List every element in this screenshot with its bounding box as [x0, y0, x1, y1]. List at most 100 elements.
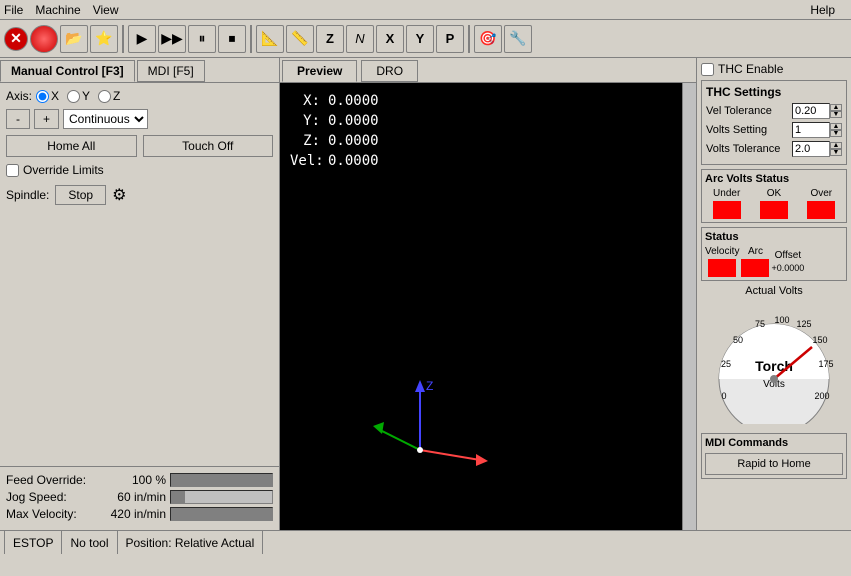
tab-preview[interactable]: Preview — [282, 60, 357, 82]
vel-tolerance-label: Vel Tolerance — [706, 105, 792, 117]
metrics-panel: Feed Override: 100 % Jog Speed: 60 in/mi… — [0, 466, 279, 530]
status-offset-group: Offset +0.0000 — [771, 250, 804, 273]
svg-text:200: 200 — [814, 391, 829, 401]
override-limits-checkbox[interactable] — [6, 164, 19, 177]
rapid-to-home-button[interactable]: Rapid to Home — [705, 453, 843, 475]
ruler-button[interactable]: 📏 — [286, 25, 314, 53]
volts-tolerance-down[interactable]: ▼ — [830, 149, 842, 156]
estop-circle-button[interactable] — [30, 25, 58, 53]
menu-help[interactable]: Help — [810, 3, 835, 17]
status-arc-group: Arc — [741, 246, 769, 277]
svg-text:Torch: Torch — [755, 358, 793, 374]
svg-text:100: 100 — [774, 315, 789, 325]
volts-setting-row: Volts Setting ▲ ▼ — [706, 122, 842, 138]
axis-x-label: X — [51, 89, 59, 103]
volts-tolerance-label: Volts Tolerance — [706, 143, 792, 155]
jog-mode-select[interactable]: Continuous Step — [63, 109, 148, 129]
dro-y-row: Y: 0.0000 — [290, 113, 398, 129]
menu-file[interactable]: File — [4, 3, 23, 17]
axis-x-radio[interactable] — [36, 90, 49, 103]
thc-enable-checkbox[interactable] — [701, 63, 714, 76]
jog-speed-row: Jog Speed: 60 in/min — [6, 490, 273, 504]
dro-y-value: 0.0000 — [328, 113, 398, 129]
vel-tolerance-down[interactable]: ▼ — [830, 111, 842, 118]
tool-button[interactable]: 🔧 — [504, 25, 532, 53]
status-velocity-light — [708, 259, 736, 277]
z-button[interactable]: Z — [316, 25, 344, 53]
dro-vel-row: Vel: 0.0000 — [290, 153, 398, 169]
target-button[interactable]: 🎯 — [474, 25, 502, 53]
svg-text:150: 150 — [812, 335, 827, 345]
axis-z-label: Z — [113, 89, 120, 103]
run-button[interactable]: ▶ — [128, 25, 156, 53]
center-panel: Preview DRO X: 0.0000 Y: 0.0000 Z: 0.000… — [280, 58, 696, 530]
arc-ok-light — [760, 201, 788, 219]
touch-off-button[interactable]: Touch Off — [143, 135, 274, 157]
axis-x-option[interactable]: X — [36, 89, 59, 103]
spindle-label: Spindle: — [6, 188, 49, 202]
axis-row: Axis: X Y Z — [6, 89, 273, 103]
jog-speed-slider[interactable] — [170, 490, 273, 504]
axes-svg: Z — [360, 370, 500, 490]
vel-tolerance-input[interactable] — [792, 103, 830, 119]
y-button[interactable]: Y — [406, 25, 434, 53]
dro-z-label: Z: — [290, 133, 320, 149]
view-tabs: Preview DRO — [280, 58, 696, 83]
preview-vscroll[interactable] — [682, 83, 696, 530]
jog-plus-button[interactable]: + — [34, 109, 59, 129]
svg-text:75: 75 — [755, 319, 765, 329]
volts-tolerance-up[interactable]: ▲ — [830, 142, 842, 149]
arc-over-label: Over — [810, 188, 832, 199]
status-offset-label: Offset — [775, 250, 802, 261]
spindle-stop-button[interactable]: Stop — [55, 185, 106, 205]
p-button[interactable]: P — [436, 25, 464, 53]
open-button[interactable]: 📂 — [60, 25, 88, 53]
stop-button[interactable]: ⏹ — [218, 25, 246, 53]
jog-speed-value: 60 in/min — [96, 490, 166, 504]
arc-ok-label: OK — [767, 188, 781, 199]
run-fast-button[interactable]: ▶▶ — [158, 25, 186, 53]
volts-setting-label: Volts Setting — [706, 124, 792, 136]
max-velocity-slider[interactable] — [170, 507, 273, 521]
max-velocity-row: Max Velocity: 420 in/min — [6, 507, 273, 521]
jog-row: - + Continuous Step — [6, 109, 273, 129]
status-title: Status — [705, 231, 843, 243]
pause-button[interactable]: ⏸ — [188, 25, 216, 53]
axis-y-radio[interactable] — [67, 90, 80, 103]
vel-tolerance-up[interactable]: ▲ — [830, 104, 842, 111]
x-button[interactable]: X — [376, 25, 404, 53]
home-all-button[interactable]: Home All — [6, 135, 137, 157]
volts-setting-down[interactable]: ▼ — [830, 130, 842, 137]
volts-tolerance-row: Volts Tolerance ▲ ▼ — [706, 141, 842, 157]
recent-button[interactable]: ⭐ — [90, 25, 118, 53]
n-button[interactable]: N — [346, 25, 374, 53]
tab-mdi[interactable]: MDI [F5] — [137, 60, 205, 82]
feed-override-row: Feed Override: 100 % — [6, 473, 273, 487]
vel-tolerance-spin: ▲ ▼ — [830, 104, 842, 118]
volts-setting-up[interactable]: ▲ — [830, 123, 842, 130]
dro-vel-value: 0.0000 — [328, 153, 398, 169]
axis-y-option[interactable]: Y — [67, 89, 90, 103]
tab-dro[interactable]: DRO — [361, 60, 418, 82]
feed-override-slider[interactable] — [170, 473, 273, 487]
thc-settings-panel: THC Settings Vel Tolerance ▲ ▼ Volts Set… — [701, 80, 847, 165]
volts-setting-input[interactable] — [792, 122, 830, 138]
thc-settings-title: THC Settings — [706, 85, 842, 99]
menu-view[interactable]: View — [93, 3, 119, 17]
tab-manual-control[interactable]: Manual Control [F3] — [0, 60, 135, 82]
estop-button[interactable]: ✕ — [4, 27, 28, 51]
measure-button[interactable]: 📐 — [256, 25, 284, 53]
volts-tolerance-input[interactable] — [792, 141, 830, 157]
feed-override-value: 100 % — [96, 473, 166, 487]
mdi-commands-panel: MDI Commands Rapid to Home — [701, 433, 847, 479]
svg-text:125: 125 — [796, 319, 811, 329]
statusbar-tool: No tool — [62, 531, 117, 554]
arc-ok-group: OK — [760, 188, 788, 219]
axis-z-radio[interactable] — [98, 90, 111, 103]
jog-minus-button[interactable]: - — [6, 109, 30, 129]
home-row: Home All Touch Off — [6, 135, 273, 157]
dro-z-value: 0.0000 — [328, 133, 398, 149]
sep3 — [468, 25, 470, 53]
axis-z-option[interactable]: Z — [98, 89, 120, 103]
menu-machine[interactable]: Machine — [35, 3, 80, 17]
